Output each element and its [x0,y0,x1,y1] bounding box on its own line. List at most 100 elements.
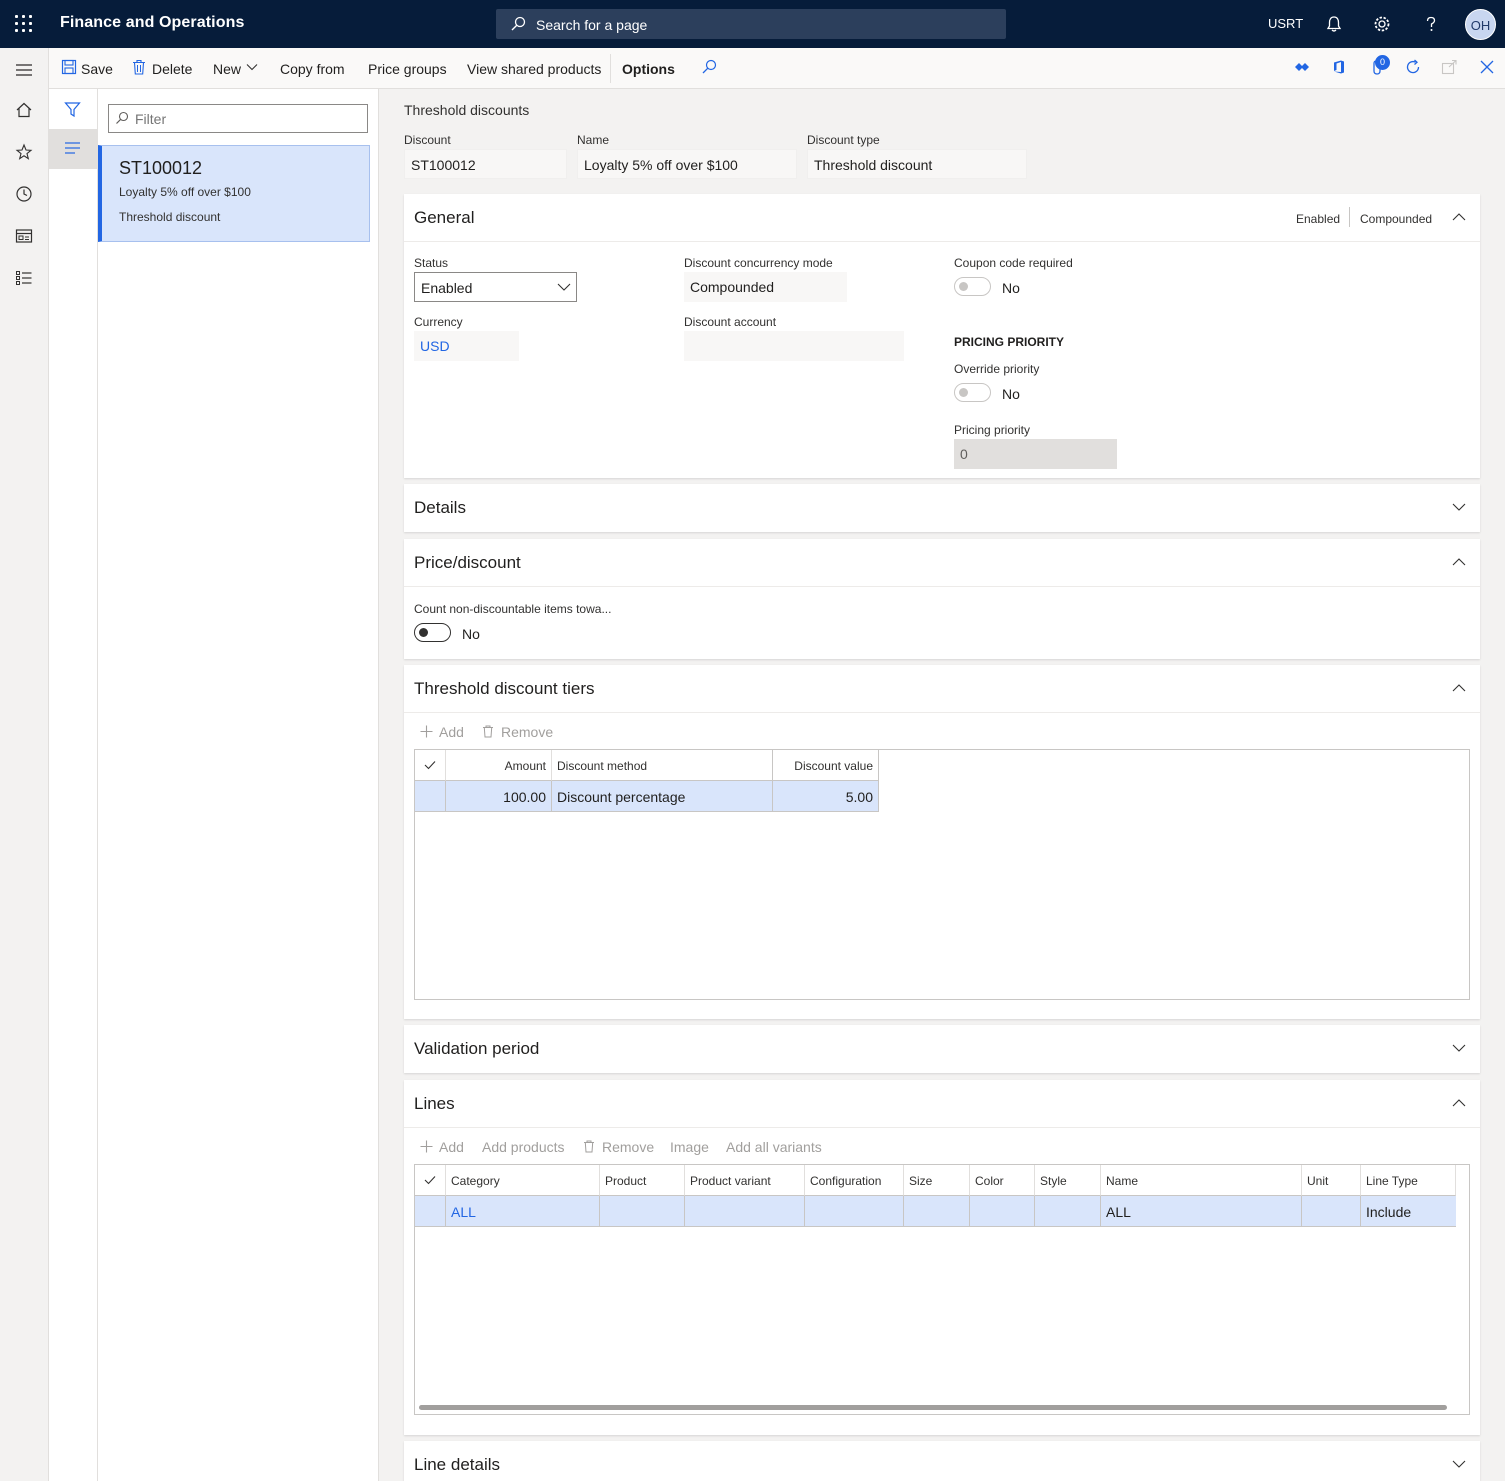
workspaces-icon[interactable] [15,227,33,245]
name-column-header[interactable]: Name [1101,1165,1302,1196]
company-picker[interactable]: USRT [1268,16,1303,31]
color-column-header[interactable]: Color [970,1165,1035,1196]
select-all-column[interactable] [415,750,446,781]
discount-field[interactable]: ST100012 [404,149,567,179]
chevron-up-icon[interactable] [1452,1098,1466,1108]
delete-button[interactable]: Delete [152,61,192,77]
unit-column-header[interactable]: Unit [1302,1165,1361,1196]
row-selector[interactable] [415,781,446,812]
home-icon[interactable] [15,101,33,119]
count-non-discountable-toggle[interactable] [414,623,451,642]
tiers-add-button[interactable]: Add [439,724,464,740]
name-cell[interactable]: ALL [1101,1196,1302,1227]
bell-icon[interactable] [1324,14,1344,34]
line-details-title: Line details [414,1455,501,1474]
add-products-button[interactable]: Add products [482,1139,565,1155]
chevron-up-icon[interactable] [1452,557,1466,567]
coupon-required-toggle[interactable] [954,277,991,296]
table-row[interactable]: ALL ALL Include [415,1196,1456,1227]
tiers-remove-button[interactable]: Remove [501,724,553,740]
lines-remove-button[interactable]: Remove [602,1139,654,1155]
value-cell[interactable]: 5.00 [773,781,879,812]
line-type-column-header[interactable]: Line Type [1361,1165,1456,1196]
open-in-new-window-icon[interactable] [1441,59,1457,75]
filter-input[interactable] [108,104,368,133]
chevron-down-icon[interactable] [1452,1459,1466,1469]
image-button[interactable]: Image [670,1139,709,1155]
view-shared-products-button[interactable]: View shared products [467,61,601,77]
copy-from-button[interactable]: Copy from [280,61,345,77]
app-title[interactable]: Finance and Operations [60,14,244,32]
pricing-priority-field[interactable]: 0 [954,439,1117,469]
user-avatar[interactable]: OH [1465,9,1496,40]
app-launcher-icon[interactable] [15,15,33,33]
configuration-cell[interactable] [805,1196,904,1227]
horizontal-scrollbar[interactable] [419,1405,1447,1410]
discount-account-field[interactable] [684,331,904,361]
hamburger-menu-icon[interactable] [15,61,33,79]
size-column-header[interactable]: Size [904,1165,970,1196]
line-details-section-header[interactable]: Line details [404,1441,1480,1481]
size-cell[interactable] [904,1196,970,1227]
method-column-header[interactable]: Discount method [552,750,773,781]
filter-funnel-icon[interactable] [64,101,81,118]
page-search-box[interactable]: Search for a page [496,9,1006,39]
concurrency-mode-field[interactable]: Compounded [684,272,847,302]
price-groups-button[interactable]: Price groups [368,61,447,77]
favorites-star-icon[interactable] [15,143,33,161]
table-row[interactable]: 100.00 Discount percentage 5.00 [415,781,879,812]
product-cell[interactable] [600,1196,685,1227]
details-section-header[interactable]: Details [404,484,1480,532]
chevron-down-icon[interactable] [1452,1043,1466,1053]
name-field[interactable]: Loyalty 5% off over $100 [577,149,797,179]
chevron-up-icon[interactable] [1452,212,1466,222]
category-column-header[interactable]: Category [446,1165,600,1196]
override-priority-toggle[interactable] [954,383,991,402]
general-section-header[interactable]: General Enabled Compounded [404,194,1480,242]
save-button[interactable]: Save [81,61,113,77]
power-apps-diamond-icon[interactable] [1294,59,1310,75]
row-selector[interactable] [415,1196,446,1227]
unit-cell[interactable] [1302,1196,1361,1227]
select-all-column[interactable] [415,1165,446,1196]
category-cell[interactable]: ALL [446,1196,600,1227]
search-icon[interactable] [701,59,717,75]
chevron-up-icon[interactable] [1452,683,1466,693]
chevron-down-icon[interactable] [1452,502,1466,512]
validation-period-section-header[interactable]: Validation period [404,1025,1480,1073]
product-variant-cell[interactable] [685,1196,805,1227]
modules-list-icon[interactable] [15,269,33,287]
threshold-tiers-section-header[interactable]: Threshold discount tiers [404,665,1480,713]
value-column-header[interactable]: Discount value [773,750,879,781]
price-discount-section-header[interactable]: Price/discount [404,539,1480,587]
discount-type-field[interactable]: Threshold discount [807,149,1027,179]
new-button[interactable]: New [213,61,241,77]
style-column-header[interactable]: Style [1035,1165,1101,1196]
currency-field[interactable]: USD [414,331,519,361]
lines-add-button[interactable]: Add [439,1139,464,1155]
close-icon[interactable] [1479,59,1495,75]
list-view-toggle[interactable] [49,129,97,169]
recent-clock-icon[interactable] [15,185,33,203]
line-type-cell[interactable]: Include [1361,1196,1456,1227]
office-icon[interactable] [1331,59,1347,75]
method-cell[interactable]: Discount percentage [552,781,773,812]
add-icon [420,1140,433,1153]
action-divider [610,54,611,83]
refresh-icon[interactable] [1405,59,1421,75]
help-icon[interactable] [1421,14,1441,34]
add-all-variants-button[interactable]: Add all variants [726,1139,822,1155]
color-cell[interactable] [970,1196,1035,1227]
style-cell[interactable] [1035,1196,1101,1227]
status-dropdown[interactable]: Enabled [414,272,577,302]
gear-icon[interactable] [1372,14,1392,34]
lines-section: Lines Add Add products Remove Image Add … [404,1080,1480,1435]
product-column-header[interactable]: Product [600,1165,685,1196]
amount-cell[interactable]: 100.00 [446,781,552,812]
configuration-column-header[interactable]: Configuration [805,1165,904,1196]
list-item[interactable]: ST100012 Loyalty 5% off over $100 Thresh… [98,145,370,242]
lines-section-header[interactable]: Lines [404,1080,1480,1128]
options-tab[interactable]: Options [622,61,675,77]
product-variant-column-header[interactable]: Product variant [685,1165,805,1196]
amount-column-header[interactable]: Amount [446,750,552,781]
